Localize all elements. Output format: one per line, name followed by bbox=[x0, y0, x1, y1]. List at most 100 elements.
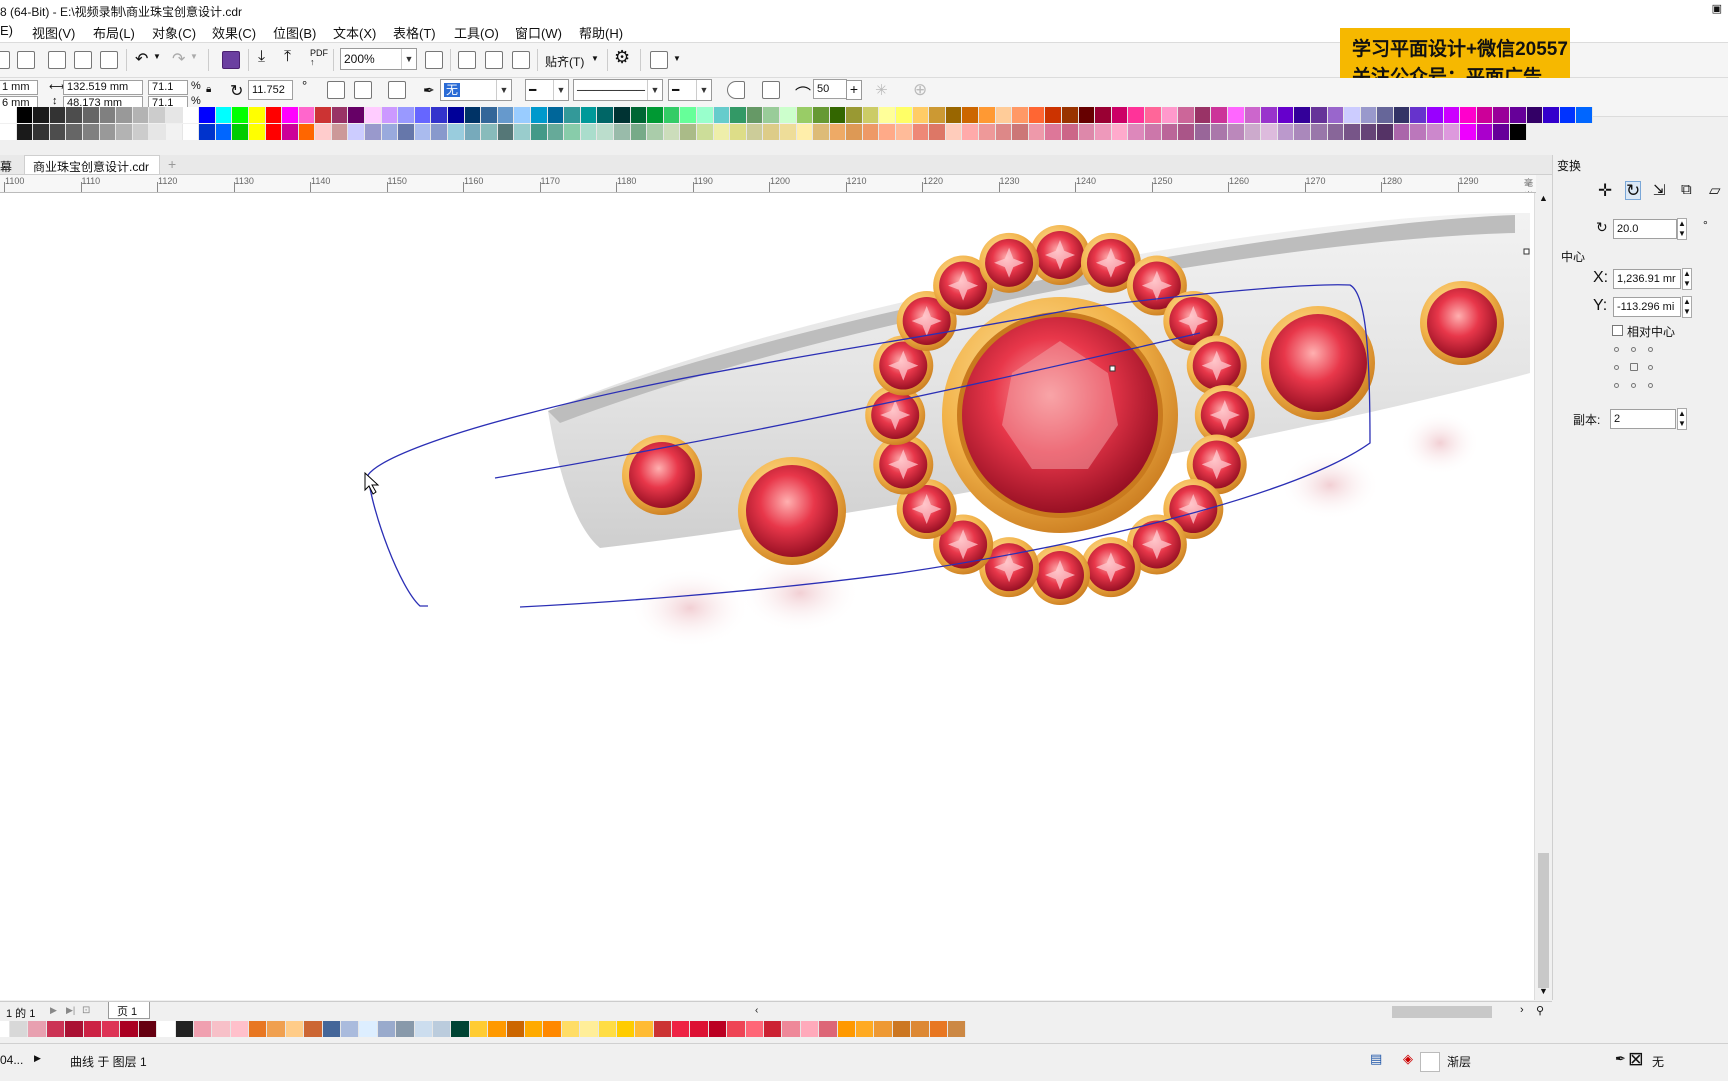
color-swatch[interactable] bbox=[580, 124, 598, 140]
color-swatch[interactable] bbox=[846, 124, 863, 140]
color-swatch[interactable] bbox=[1543, 107, 1560, 123]
color-swatch[interactable] bbox=[1128, 124, 1145, 140]
size-icon[interactable]: ⧉ bbox=[1681, 181, 1692, 198]
menu-item[interactable]: 对象(C) bbox=[152, 23, 196, 42]
smoothing-field[interactable]: 50 bbox=[813, 79, 847, 99]
anchor-point[interactable] bbox=[1648, 347, 1653, 352]
object-width-field[interactable]: 132.519 mm bbox=[63, 80, 143, 95]
import-icon[interactable]: ⤓ bbox=[258, 48, 265, 66]
undo-icon[interactable]: ↶ bbox=[135, 49, 148, 69]
color-swatch[interactable] bbox=[132, 107, 150, 123]
anchor-point[interactable] bbox=[1614, 383, 1619, 388]
menu-item[interactable]: 位图(B) bbox=[273, 23, 316, 42]
color-swatch[interactable] bbox=[663, 124, 681, 140]
color-swatch[interactable] bbox=[779, 124, 797, 140]
show-grid-icon[interactable] bbox=[485, 51, 503, 69]
color-swatch[interactable] bbox=[1028, 107, 1046, 123]
rotation-center-handle[interactable] bbox=[1109, 365, 1116, 372]
color-swatch[interactable] bbox=[680, 107, 697, 123]
color-swatch[interactable] bbox=[464, 107, 482, 123]
color-swatch[interactable] bbox=[282, 124, 299, 140]
color-swatch[interactable] bbox=[1277, 124, 1295, 140]
color-swatch[interactable] bbox=[580, 1021, 599, 1037]
color-swatch[interactable] bbox=[1427, 124, 1444, 140]
color-swatch[interactable] bbox=[912, 107, 930, 123]
color-swatch[interactable] bbox=[431, 124, 449, 140]
color-swatch[interactable] bbox=[764, 1021, 783, 1037]
color-swatch[interactable] bbox=[33, 107, 50, 123]
search-content-icon[interactable] bbox=[222, 51, 240, 69]
color-swatch[interactable] bbox=[647, 107, 664, 123]
color-swatch[interactable] bbox=[298, 107, 316, 123]
copies-input[interactable]: 2 bbox=[1610, 409, 1676, 429]
color-swatch[interactable] bbox=[879, 124, 897, 140]
color-swatch[interactable] bbox=[149, 124, 166, 140]
color-swatch[interactable] bbox=[912, 124, 930, 140]
color-swatch[interactable] bbox=[514, 124, 531, 140]
add-node-icon[interactable]: + bbox=[846, 80, 862, 100]
color-swatch[interactable] bbox=[1277, 107, 1295, 123]
color-swatch[interactable] bbox=[713, 124, 731, 140]
color-swatch[interactable] bbox=[497, 107, 515, 123]
color-swatch[interactable] bbox=[531, 107, 548, 123]
menu-item[interactable]: 布局(L) bbox=[93, 23, 135, 42]
color-swatch[interactable] bbox=[49, 107, 67, 123]
chevron-down-icon[interactable]: ▼ bbox=[673, 54, 681, 63]
color-swatch[interactable] bbox=[432, 1021, 452, 1037]
color-swatch[interactable] bbox=[212, 1021, 231, 1037]
color-swatch[interactable] bbox=[829, 107, 847, 123]
color-swatch[interactable] bbox=[451, 1021, 470, 1037]
anchor-point[interactable] bbox=[1648, 365, 1653, 370]
color-swatch[interactable] bbox=[663, 107, 681, 123]
color-swatch[interactable] bbox=[896, 124, 913, 140]
color-swatch[interactable] bbox=[469, 1021, 489, 1037]
color-swatch[interactable] bbox=[66, 124, 83, 140]
color-swatch[interactable] bbox=[929, 124, 946, 140]
color-swatch[interactable] bbox=[1526, 107, 1544, 123]
color-swatch[interactable] bbox=[800, 1021, 820, 1037]
convert-to-curve-icon[interactable] bbox=[388, 81, 406, 99]
scroll-down-icon[interactable]: ▼ bbox=[1539, 986, 1548, 996]
color-swatch[interactable] bbox=[232, 124, 249, 140]
print-icon[interactable] bbox=[17, 51, 35, 69]
color-swatch[interactable] bbox=[962, 124, 980, 140]
spinner-icon[interactable]: ▲ ▼ bbox=[1682, 268, 1692, 290]
color-swatch[interactable] bbox=[99, 124, 117, 140]
color-swatch[interactable] bbox=[613, 107, 631, 123]
color-swatch[interactable] bbox=[182, 107, 200, 123]
color-swatch[interactable] bbox=[215, 107, 233, 123]
menu-item[interactable]: 效果(C) bbox=[212, 23, 256, 42]
color-swatch[interactable] bbox=[157, 1021, 176, 1037]
color-swatch[interactable] bbox=[819, 1021, 838, 1037]
menu-item[interactable]: 窗口(W) bbox=[515, 23, 562, 42]
line-style-combo[interactable]: ──────── ▼ bbox=[573, 79, 663, 101]
paste-icon[interactable] bbox=[100, 51, 118, 69]
color-swatch[interactable] bbox=[497, 124, 515, 140]
color-swatch[interactable] bbox=[862, 124, 880, 140]
color-swatch[interactable] bbox=[1493, 107, 1511, 123]
color-swatch[interactable] bbox=[381, 124, 399, 140]
color-swatch[interactable] bbox=[1410, 107, 1428, 123]
color-swatch[interactable] bbox=[647, 124, 664, 140]
color-swatch[interactable] bbox=[813, 124, 830, 140]
color-swatch[interactable] bbox=[481, 124, 498, 140]
color-swatch[interactable] bbox=[16, 107, 34, 123]
color-swatch[interactable] bbox=[862, 107, 880, 123]
color-swatch[interactable] bbox=[165, 124, 183, 140]
color-swatch[interactable] bbox=[101, 1021, 121, 1037]
redo-icon[interactable]: ↷ bbox=[172, 49, 185, 69]
scale-icon[interactable]: ⇲ bbox=[1653, 181, 1666, 199]
color-swatch[interactable] bbox=[381, 107, 399, 123]
color-swatch[interactable] bbox=[696, 107, 714, 123]
color-swatch[interactable] bbox=[1012, 124, 1029, 140]
color-swatch[interactable] bbox=[448, 124, 465, 140]
color-swatch[interactable] bbox=[414, 1021, 433, 1037]
color-swatch[interactable] bbox=[414, 107, 432, 123]
color-profile-icon[interactable]: ▤ bbox=[1370, 1051, 1382, 1067]
center-y-input[interactable]: -113.296 mi bbox=[1613, 297, 1681, 317]
close-curve-icon[interactable] bbox=[727, 81, 745, 99]
anchor-point[interactable] bbox=[1631, 347, 1636, 352]
color-swatch[interactable] bbox=[1095, 107, 1112, 123]
color-swatch[interactable] bbox=[1078, 124, 1096, 140]
color-swatch[interactable] bbox=[1510, 107, 1527, 123]
